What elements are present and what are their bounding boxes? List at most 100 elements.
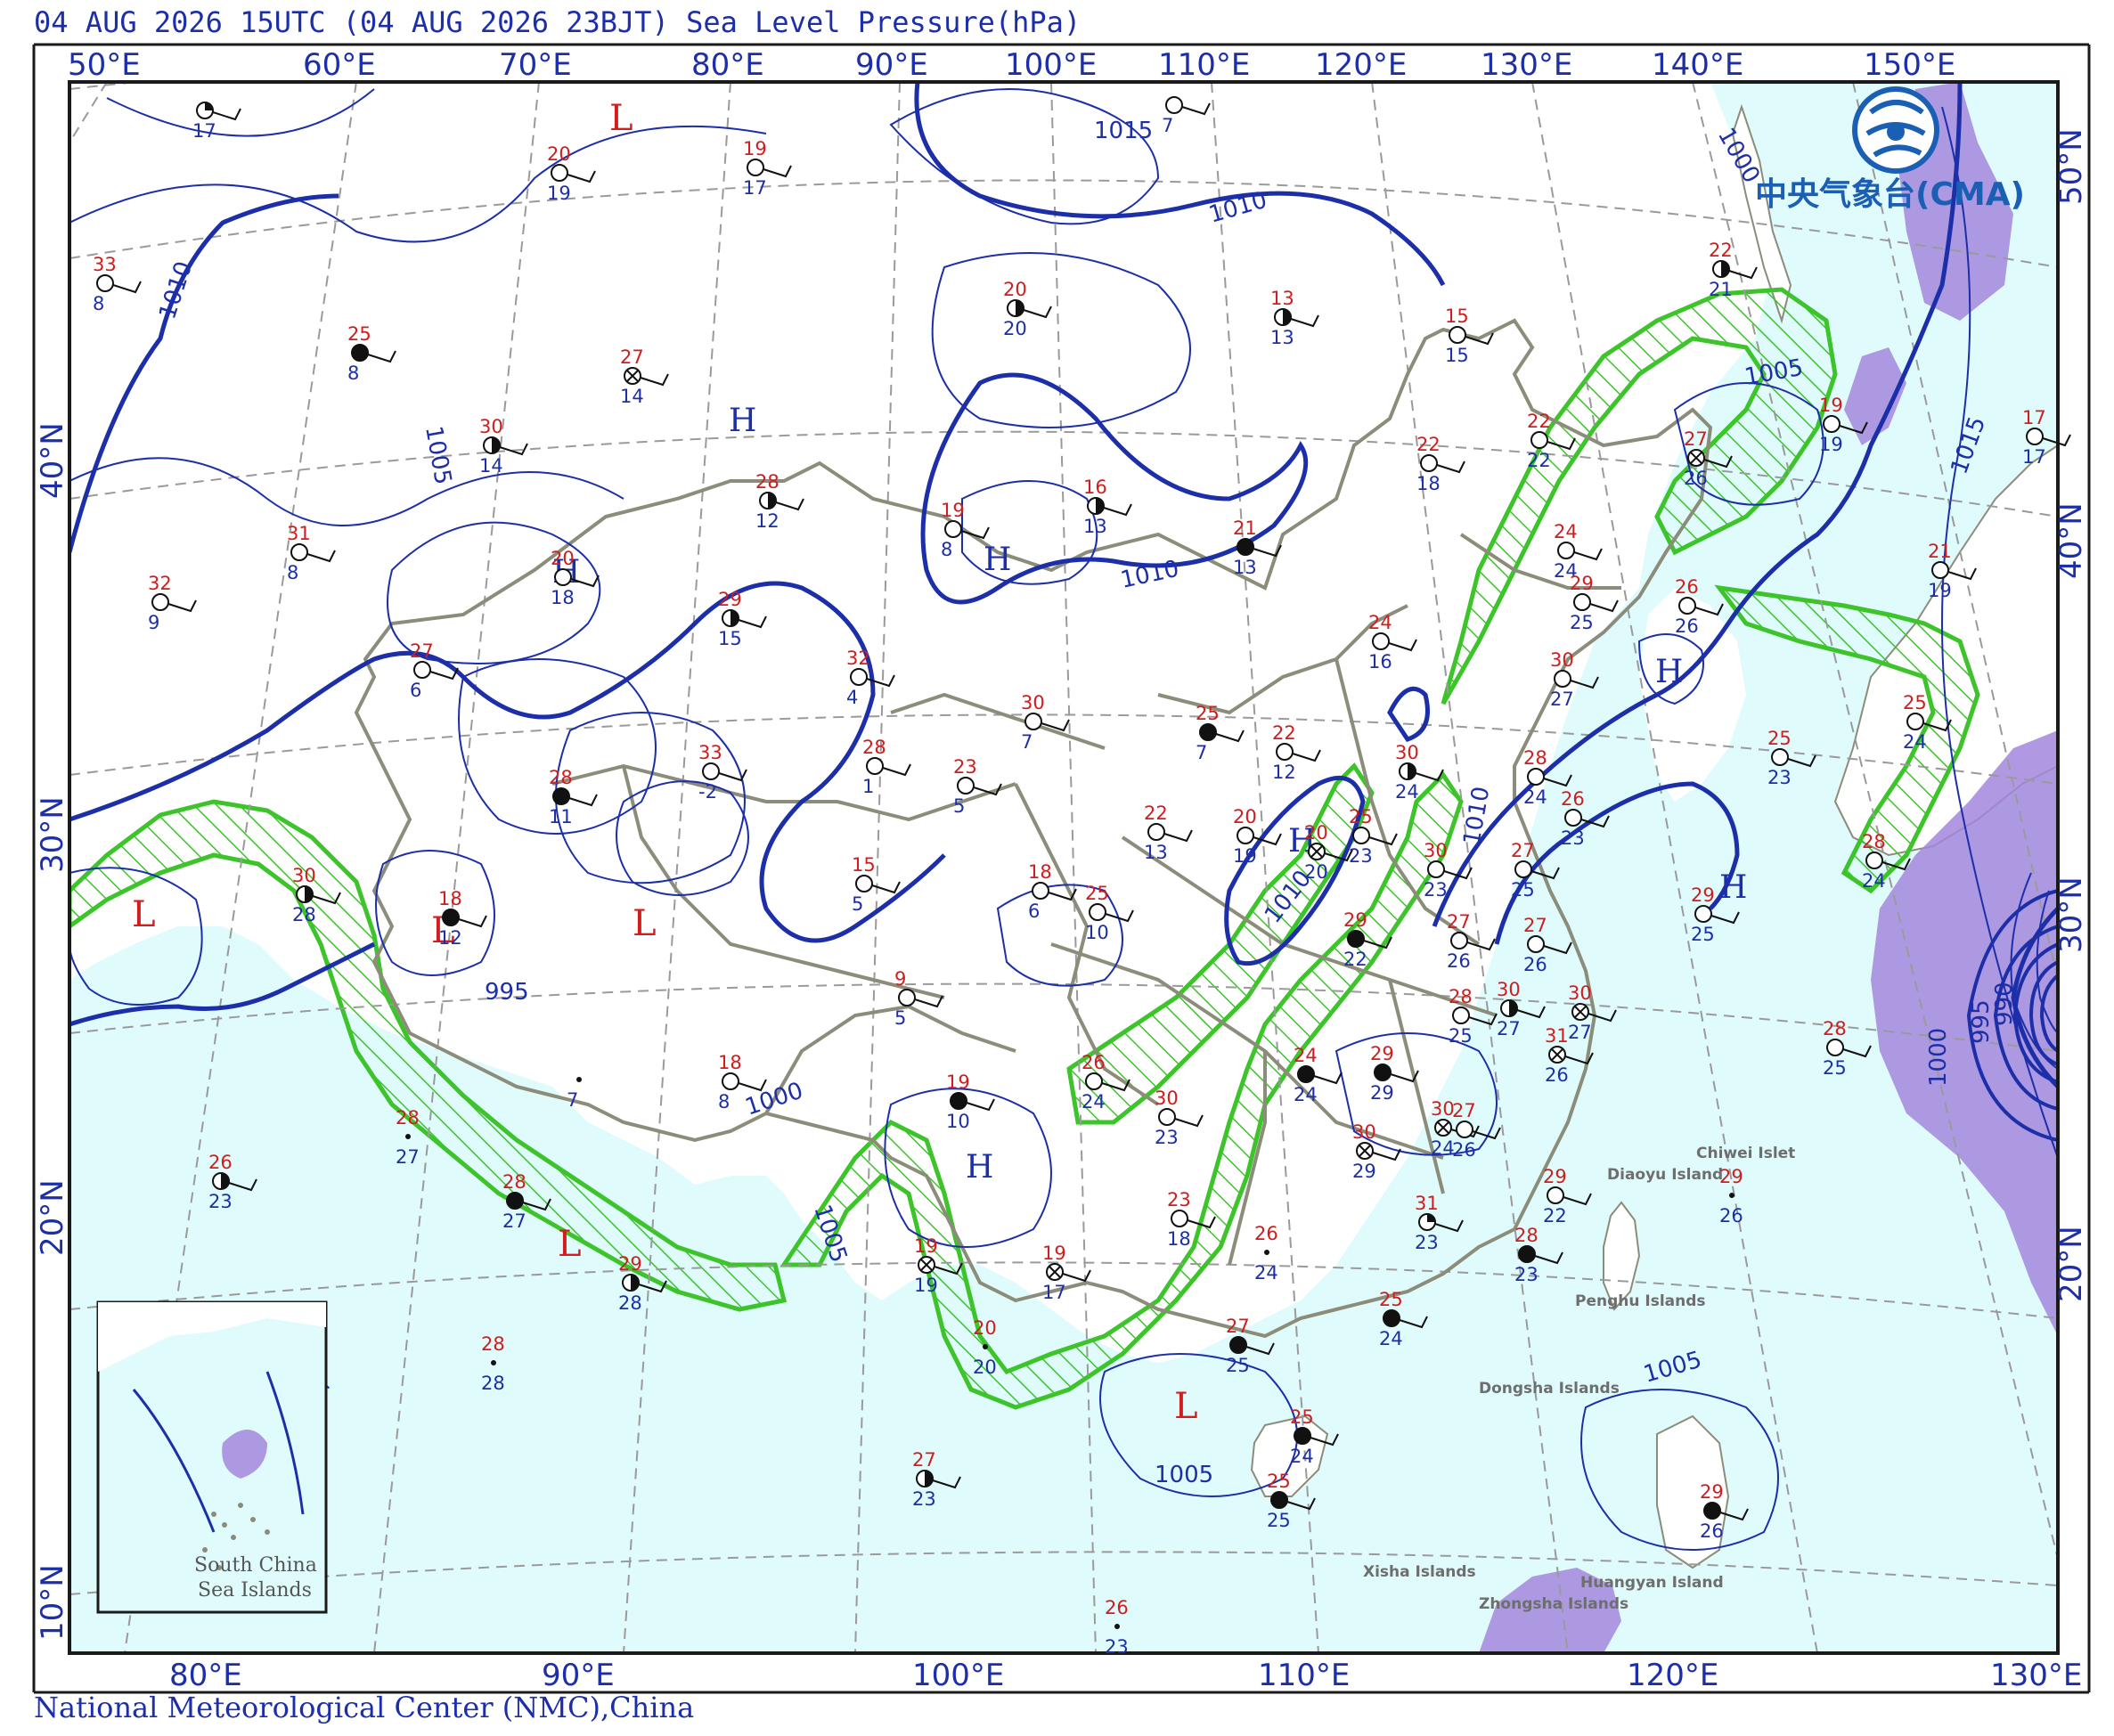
cloud-cover-icon xyxy=(1372,632,1390,650)
lon-label-top: 50°E xyxy=(68,47,141,83)
isobar-label: 1005 xyxy=(1155,1462,1213,1488)
station-dot-icon xyxy=(983,1344,988,1349)
low-center: L xyxy=(132,894,156,935)
cloud-cover-icon xyxy=(1294,1427,1311,1445)
station-temperature: 27 xyxy=(1523,915,1547,936)
station-dot-icon xyxy=(1729,1193,1734,1198)
isobar-label: 995 xyxy=(485,979,529,1006)
station-dewpoint: 23 xyxy=(1514,1264,1539,1285)
isobar-label: 990 xyxy=(1991,982,2018,1026)
cloud-cover-icon xyxy=(1147,823,1165,841)
station-temperature: 20 xyxy=(1233,806,1257,827)
station-temperature: 33 xyxy=(93,254,117,275)
cloud-cover-icon xyxy=(850,668,868,686)
high-center: H xyxy=(1655,654,1683,690)
station-temperature: 28 xyxy=(1862,831,1886,852)
station-temperature: 22 xyxy=(1709,240,1733,261)
station-dot-icon xyxy=(491,1360,496,1365)
place-label: Chiwei Islet xyxy=(1696,1145,1795,1162)
station-temperature: 30 xyxy=(1497,979,1521,1000)
lat-label-right: 30°N xyxy=(2053,876,2089,953)
lat-label-right: 40°N xyxy=(2053,502,2089,579)
station-dewpoint: 8 xyxy=(93,293,104,314)
station-dewpoint: 28 xyxy=(292,904,316,925)
inset-label: South China xyxy=(194,1554,317,1577)
station-temperature: 23 xyxy=(1167,1189,1191,1210)
cloud-cover-icon xyxy=(1450,932,1468,950)
station-dewpoint: 24 xyxy=(1294,1084,1318,1105)
station-dewpoint: 6 xyxy=(410,680,421,701)
station-temperature: 24 xyxy=(1368,612,1392,633)
lon-label-bottom: 130°E xyxy=(1990,1658,2082,1693)
station-temperature: 32 xyxy=(148,573,172,594)
cloud-cover-icon xyxy=(898,989,916,1007)
cloud-cover-icon xyxy=(1383,1309,1400,1327)
station-temperature: 26 xyxy=(1254,1223,1278,1244)
station-dewpoint: 12 xyxy=(438,927,462,949)
cloud-cover-icon xyxy=(1089,903,1106,921)
station-dewpoint: 26 xyxy=(1684,468,1708,489)
lon-label-top: 70°E xyxy=(499,47,572,83)
station-dewpoint: 19 xyxy=(1819,434,1843,455)
cloud-cover-icon xyxy=(747,159,764,176)
weather-map: 50°E 60°E 70°E 80°E 90°E 100°E 110°E 120… xyxy=(32,43,2091,1694)
station-temperature: 15 xyxy=(1445,306,1469,327)
station-dewpoint: 24 xyxy=(1290,1446,1314,1467)
inset-label: Sea Islands xyxy=(198,1579,312,1602)
station-temperature: 29 xyxy=(1691,884,1715,906)
station-temperature: 24 xyxy=(1294,1045,1318,1066)
axis-top-labels: 50°E 60°E 70°E 80°E 90°E 100°E 110°E 120… xyxy=(68,47,1955,83)
station-dewpoint: 7 xyxy=(1162,115,1173,136)
station-temperature: 21 xyxy=(1928,541,1952,562)
station-dewpoint: 24 xyxy=(1379,1328,1403,1349)
station-temperature: 30 xyxy=(479,416,503,437)
station-temperature: 30 xyxy=(1021,692,1045,713)
station-temperature: 19 xyxy=(941,500,965,521)
station-temperature: 25 xyxy=(1267,1471,1291,1492)
station-dewpoint: 23 xyxy=(1561,827,1585,849)
high-center: H xyxy=(984,542,1011,578)
station-temperature: 25 xyxy=(1379,1289,1403,1310)
lon-label-top: 140°E xyxy=(1652,47,1743,83)
station-temperature: 27 xyxy=(1511,840,1535,861)
high-center: H xyxy=(729,403,756,439)
station-temperature: 29 xyxy=(618,1253,642,1275)
lon-label-top: 80°E xyxy=(691,47,764,83)
cloud-cover-icon xyxy=(1678,597,1696,615)
cloud-cover-icon xyxy=(944,520,962,538)
station-dewpoint: 14 xyxy=(479,455,503,477)
station-temperature: 18 xyxy=(438,888,462,909)
station-dewpoint: 8 xyxy=(347,363,359,384)
high-center: H xyxy=(1719,869,1747,906)
station-temperature: 17 xyxy=(2022,407,2046,428)
inset-map: South China Sea Islands xyxy=(96,1300,328,1614)
station-dewpoint: 28 xyxy=(618,1292,642,1314)
station-temperature: 25 xyxy=(1349,806,1373,827)
cloud-cover-icon xyxy=(506,1192,524,1210)
lon-label-top: 100°E xyxy=(1005,47,1097,83)
station-dewpoint: 25 xyxy=(1267,1510,1291,1531)
cloud-cover-icon xyxy=(1554,670,1571,688)
lon-label-bottom: 80°E xyxy=(169,1658,242,1693)
cloud-cover-icon xyxy=(351,344,369,362)
station-dewpoint: 23 xyxy=(1105,1636,1129,1658)
station-temperature: 28 xyxy=(1523,747,1547,769)
station-dewpoint: 13 xyxy=(1083,516,1107,537)
axis-left-labels: 40°N 30°N 20°N 10°N xyxy=(35,422,70,1641)
station-dot-icon xyxy=(1264,1250,1269,1255)
cloud-cover-icon xyxy=(552,787,570,805)
lat-label-left: 20°N xyxy=(35,1179,70,1256)
station-temperature: 9 xyxy=(894,968,906,990)
station-temperature: 18 xyxy=(718,1052,742,1073)
station-temperature: 24 xyxy=(1554,521,1578,542)
station-temperature: 29 xyxy=(1700,1481,1724,1503)
station-dewpoint: 22 xyxy=(1527,450,1551,471)
cloud-cover-icon xyxy=(1694,905,1712,923)
low-center: L xyxy=(633,903,657,944)
station-temperature: 30 xyxy=(1550,649,1574,671)
station-dewpoint: 26 xyxy=(1719,1205,1743,1227)
station-dewpoint: 27 xyxy=(1497,1018,1521,1039)
station-dewpoint: 24 xyxy=(1523,786,1547,808)
cloud-cover-icon xyxy=(1826,1039,1844,1056)
station-temperature: 30 xyxy=(1424,840,1448,861)
